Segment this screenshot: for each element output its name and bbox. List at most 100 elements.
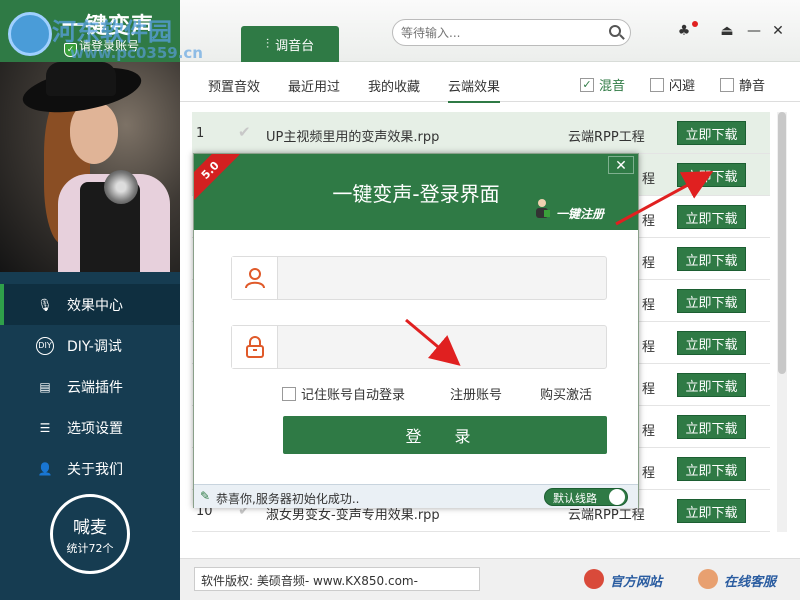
username-input[interactable] (280, 259, 600, 297)
mix-label: 混音 (599, 79, 626, 94)
login-hint-label: 请登录账号 (79, 39, 140, 53)
download-button[interactable]: 立即下载 (677, 457, 746, 481)
duck-checkbox[interactable]: 闪避 (650, 75, 695, 94)
list-scrollbar[interactable] (777, 112, 787, 532)
register-link[interactable]: 注册账号 (450, 384, 502, 403)
row-type: 程 (642, 466, 656, 481)
row-type: 云端RPP工程 (568, 130, 645, 145)
row-type: 程 (642, 256, 656, 271)
shield-icon: ✓ (64, 43, 77, 57)
row-type: 程 (642, 214, 656, 229)
settings-icon: ☰ (39, 420, 51, 435)
effect-subtabs: 预置音效 最近用过 我的收藏 云端效果 ✓ 混音 闪避 静音 (180, 62, 800, 103)
user-icon: 👤 (37, 461, 53, 476)
row-type: 程 (642, 382, 656, 397)
row-type: 程 (642, 340, 656, 355)
sidebar-nav: 🎙 效果中心 DIY DIY-调试 ▤ 云端插件 ☰ 选项设置 👤 关于我们 (0, 284, 180, 489)
sidebar-header: 一键变声 ✓ 请登录账号 (0, 0, 180, 62)
tab-favorites[interactable]: 我的收藏 (368, 76, 420, 95)
sidebar-item-label: 效果中心 (67, 297, 123, 314)
tab-mixer-label: 调音台 (275, 38, 315, 54)
dialog-close-button[interactable]: ✕ (608, 156, 634, 174)
tab-cloud[interactable]: 云端效果 (448, 76, 501, 103)
mix-checkbox[interactable]: ✓ 混音 (580, 75, 625, 94)
sidebar-item-diy[interactable]: DIY DIY-调试 (0, 325, 180, 366)
status-message: 恭喜你,服务器初始化成功.. (216, 492, 360, 506)
search-input[interactable] (392, 19, 631, 46)
dialog-zigzag-edge (194, 226, 638, 234)
photo-face (70, 102, 118, 164)
buy-activation-link[interactable]: 购买激活 (540, 384, 592, 403)
sidebar: 一键变声 ✓ 请登录账号 🎙 效果中心 DIY DIY-调试 ▤ 云端插件 ☰ 选… (0, 0, 180, 600)
app-logo (8, 12, 52, 56)
row-index: 1 (196, 126, 205, 141)
copyright-text: 软件版权: 美硕音频- www.KX850.com- (194, 567, 480, 591)
sidebar-item-label: DIY-调试 (67, 338, 122, 355)
duck-label: 闪避 (669, 79, 696, 94)
row-name: UP主视频里用的变声效果.rpp (266, 130, 440, 145)
shout-button[interactable]: 喊麦 统计72个 (50, 494, 130, 574)
search-icon[interactable] (609, 25, 621, 37)
username-field[interactable] (231, 256, 607, 300)
sidebar-item-about[interactable]: 👤 关于我们 (0, 448, 180, 489)
tab-mixer[interactable]: ⫶ 调音台 (241, 26, 339, 62)
singer-photo (0, 62, 180, 272)
row-type: 程 (642, 298, 656, 313)
official-site-link[interactable]: 官方网站 (610, 571, 662, 590)
checkbox-icon (720, 77, 734, 92)
login-hint[interactable]: ✓ 请登录账号 (64, 37, 139, 57)
remember-checkbox[interactable]: 记住账号自动登录 (282, 384, 405, 403)
tab-recent[interactable]: 最近用过 (288, 76, 340, 95)
microphone-icon: 🎙 (37, 297, 53, 312)
collapse-icon[interactable]: ⏏ (716, 20, 738, 42)
line-toggle-label: 默认线路 (553, 492, 597, 505)
mute-label: 静音 (739, 79, 766, 94)
tab-preset[interactable]: 预置音效 (208, 76, 260, 95)
sidebar-item-plugins[interactable]: ▤ 云端插件 (0, 366, 180, 407)
download-button[interactable]: 立即下载 (677, 331, 746, 355)
row-type: 程 (642, 172, 656, 187)
checkbox-icon (282, 386, 296, 401)
password-field[interactable] (231, 325, 607, 369)
shout-stats: 统计72个 (66, 541, 114, 555)
download-button[interactable]: 立即下载 (677, 163, 746, 187)
register-avatar-icon (536, 199, 550, 218)
dialog-status-bar: ✎ 恭喜你,服务器初始化成功.. 默认线路 (194, 484, 638, 508)
close-icon[interactable]: ✕ (767, 20, 789, 42)
download-button[interactable]: 立即下载 (677, 289, 746, 313)
sidebar-item-label: 云端插件 (67, 379, 123, 396)
download-button[interactable]: 立即下载 (677, 205, 746, 229)
sidebar-item-settings[interactable]: ☰ 选项设置 (0, 407, 180, 448)
line-toggle[interactable]: 默认线路 (544, 488, 628, 506)
row-type: 程 (642, 424, 656, 439)
toggle-knob (609, 489, 625, 505)
download-button[interactable]: 立即下载 (677, 373, 746, 397)
sidebar-item-label: 选项设置 (67, 420, 123, 437)
download-button[interactable]: 立即下载 (677, 121, 746, 145)
mute-checkbox[interactable]: 静音 (720, 75, 765, 94)
scrollbar-thumb[interactable] (778, 112, 786, 374)
online-service-link[interactable]: 在线客服 (724, 571, 776, 590)
sidebar-item-effects[interactable]: 🎙 效果中心 (0, 284, 180, 325)
download-button[interactable]: 立即下载 (677, 247, 746, 271)
remember-label: 记住账号自动登录 (301, 388, 406, 403)
website-icon (584, 569, 604, 589)
app-title: 一键变声 (62, 14, 155, 39)
sidebar-item-label: 关于我们 (67, 461, 123, 478)
photo-microphone (104, 170, 138, 204)
password-input[interactable] (280, 328, 600, 366)
download-button[interactable]: 立即下载 (677, 415, 746, 439)
login-button[interactable]: 登 录 (283, 416, 607, 454)
plugin-icon: ▤ (39, 379, 51, 394)
checkbox-icon: ✓ (580, 77, 594, 92)
dialog-title: 一键变声-登录界面 (332, 182, 500, 206)
checkbox-icon (650, 77, 664, 92)
minimize-icon[interactable]: — (743, 20, 765, 42)
service-avatar-icon (698, 569, 718, 589)
table-row[interactable]: 1 ✔ UP主视频里用的变声效果.rpp 云端RPP工程 立即下载 (192, 112, 770, 154)
shout-label: 喊麦 (73, 517, 107, 538)
quick-register-link[interactable]: 一键注册 (556, 205, 604, 222)
download-button[interactable]: 立即下载 (677, 499, 746, 523)
footer: 软件版权: 美硕音频- www.KX850.com- 官方网站 在线客服 (180, 558, 800, 600)
diy-icon: DIY (36, 336, 54, 355)
